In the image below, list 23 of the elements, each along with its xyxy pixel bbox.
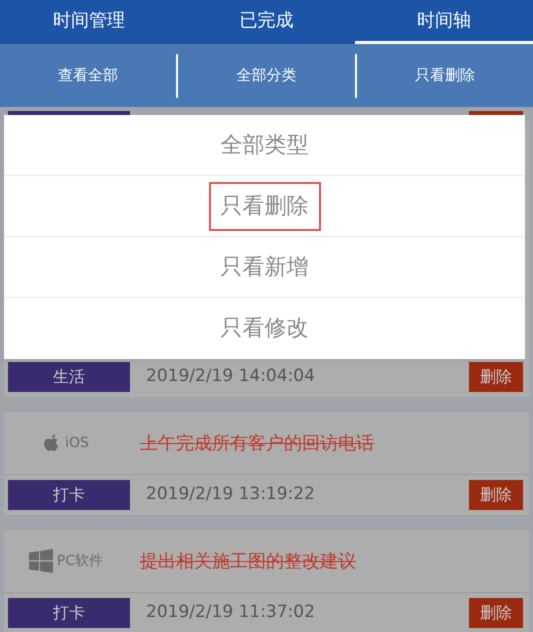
timestamp: 2019/2/19 11:37:02 — [146, 601, 316, 624]
filter-button[interactable]: 查看全部 — [0, 44, 176, 107]
category-tag: 打卡 — [8, 598, 130, 628]
tab[interactable]: 时间管理 — [0, 0, 178, 44]
timestamp: 2019/2/19 14:04:04 — [146, 365, 316, 388]
delete-button[interactable]: 删除 — [469, 598, 523, 628]
dropdown-option[interactable]: 全部类型 — [208, 120, 320, 170]
delete-button[interactable]: 删除 — [469, 362, 523, 392]
filter-button[interactable]: 只看删除 — [356, 44, 533, 107]
category-tag: 生活 — [8, 362, 130, 392]
windows-icon — [28, 549, 53, 573]
delete-button[interactable]: 删除 — [469, 480, 523, 510]
platform-label: iOS — [65, 434, 89, 452]
dropdown-option[interactable]: 只看修改 — [208, 304, 320, 353]
dropdown-option[interactable]: 只看新增 — [208, 242, 320, 292]
task-title: 上午完成所有客户的回访电话 — [140, 432, 374, 456]
filter-button[interactable]: 全部分类 — [178, 44, 355, 107]
platform-label: PC软件 — [56, 552, 104, 570]
task-title: 提出相关施工图的整改建议 — [140, 550, 356, 574]
tab[interactable]: 已完成 — [178, 0, 356, 44]
dropdown-option[interactable]: 只看删除 — [208, 182, 320, 230]
category-tag: 打卡 — [8, 480, 130, 510]
timestamp: 2019/2/19 13:19:22 — [146, 483, 316, 506]
